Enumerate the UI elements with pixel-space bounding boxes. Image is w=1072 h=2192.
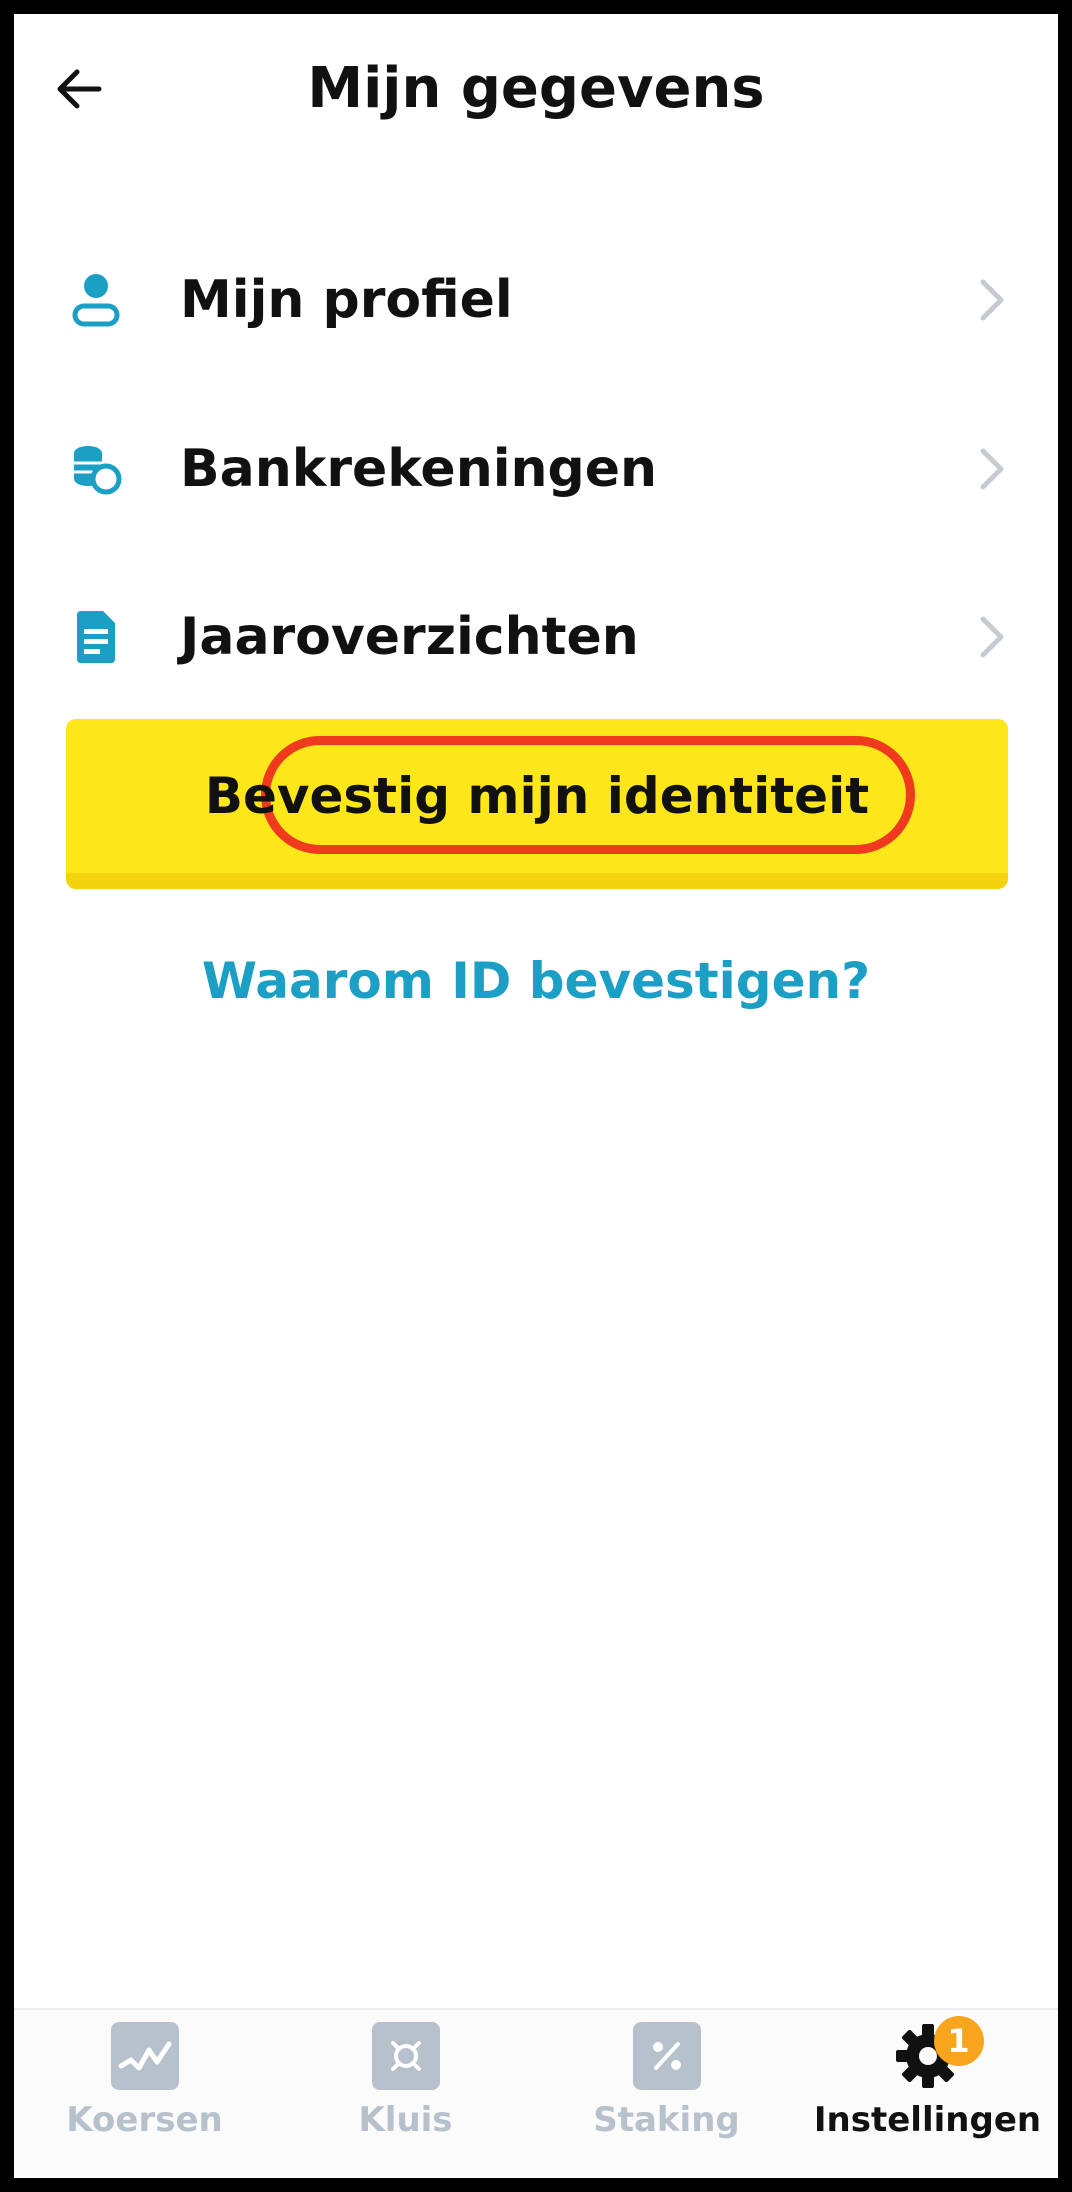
chevron-right-icon xyxy=(972,275,1012,325)
verify-identity-label: Bevestig mijn identiteit xyxy=(204,767,870,825)
app-screen: Mijn gegevens Mijn profiel Bankrekeninge… xyxy=(14,14,1058,2178)
nav-item-instellingen[interactable]: 1 Instellingen xyxy=(797,2016,1058,2172)
nav-item-kluis[interactable]: Kluis xyxy=(275,2022,536,2172)
why-verify-id-link[interactable]: Waarom ID bevestigen? xyxy=(14,952,1058,1010)
chart-icon xyxy=(110,2022,179,2090)
device-frame: Mijn gegevens Mijn profiel Bankrekeninge… xyxy=(0,0,1072,2192)
coins-icon xyxy=(66,439,126,499)
gear-icon: 1 xyxy=(894,2016,984,2090)
menu-item-my-profile[interactable]: Mijn profiel xyxy=(14,230,1058,370)
menu-item-label: Bankrekeningen xyxy=(180,439,658,499)
menu-item-annual-statements[interactable]: Jaaroverzichten xyxy=(14,567,1058,707)
nav-item-staking[interactable]: Staking xyxy=(536,2022,797,2172)
nav-label: Instellingen xyxy=(813,2100,1042,2140)
user-icon xyxy=(66,270,126,330)
nav-label: Staking xyxy=(593,2100,740,2140)
notification-badge: 1 xyxy=(933,2016,984,2066)
chevron-right-icon xyxy=(972,612,1012,662)
nav-item-koersen[interactable]: Koersen xyxy=(14,2022,275,2172)
document-icon xyxy=(66,607,126,667)
top-bar: Mijn gegevens xyxy=(14,14,1058,164)
menu-item-label: Mijn profiel xyxy=(180,270,513,330)
chevron-right-icon xyxy=(972,444,1012,494)
nav-label: Koersen xyxy=(66,2100,223,2140)
bottom-navigation: Koersen Kluis Staking 1 Instellingen xyxy=(14,2008,1058,2178)
menu-item-bank-accounts[interactable]: Bankrekeningen xyxy=(14,399,1058,539)
menu-item-label: Jaaroverzichten xyxy=(180,607,639,667)
verify-identity-button[interactable]: Bevestig mijn identiteit xyxy=(66,719,1008,889)
page-title: Mijn gegevens xyxy=(307,56,765,121)
percent-icon xyxy=(632,2022,701,2090)
nav-label: Kluis xyxy=(358,2100,453,2140)
vault-icon xyxy=(371,2022,440,2090)
